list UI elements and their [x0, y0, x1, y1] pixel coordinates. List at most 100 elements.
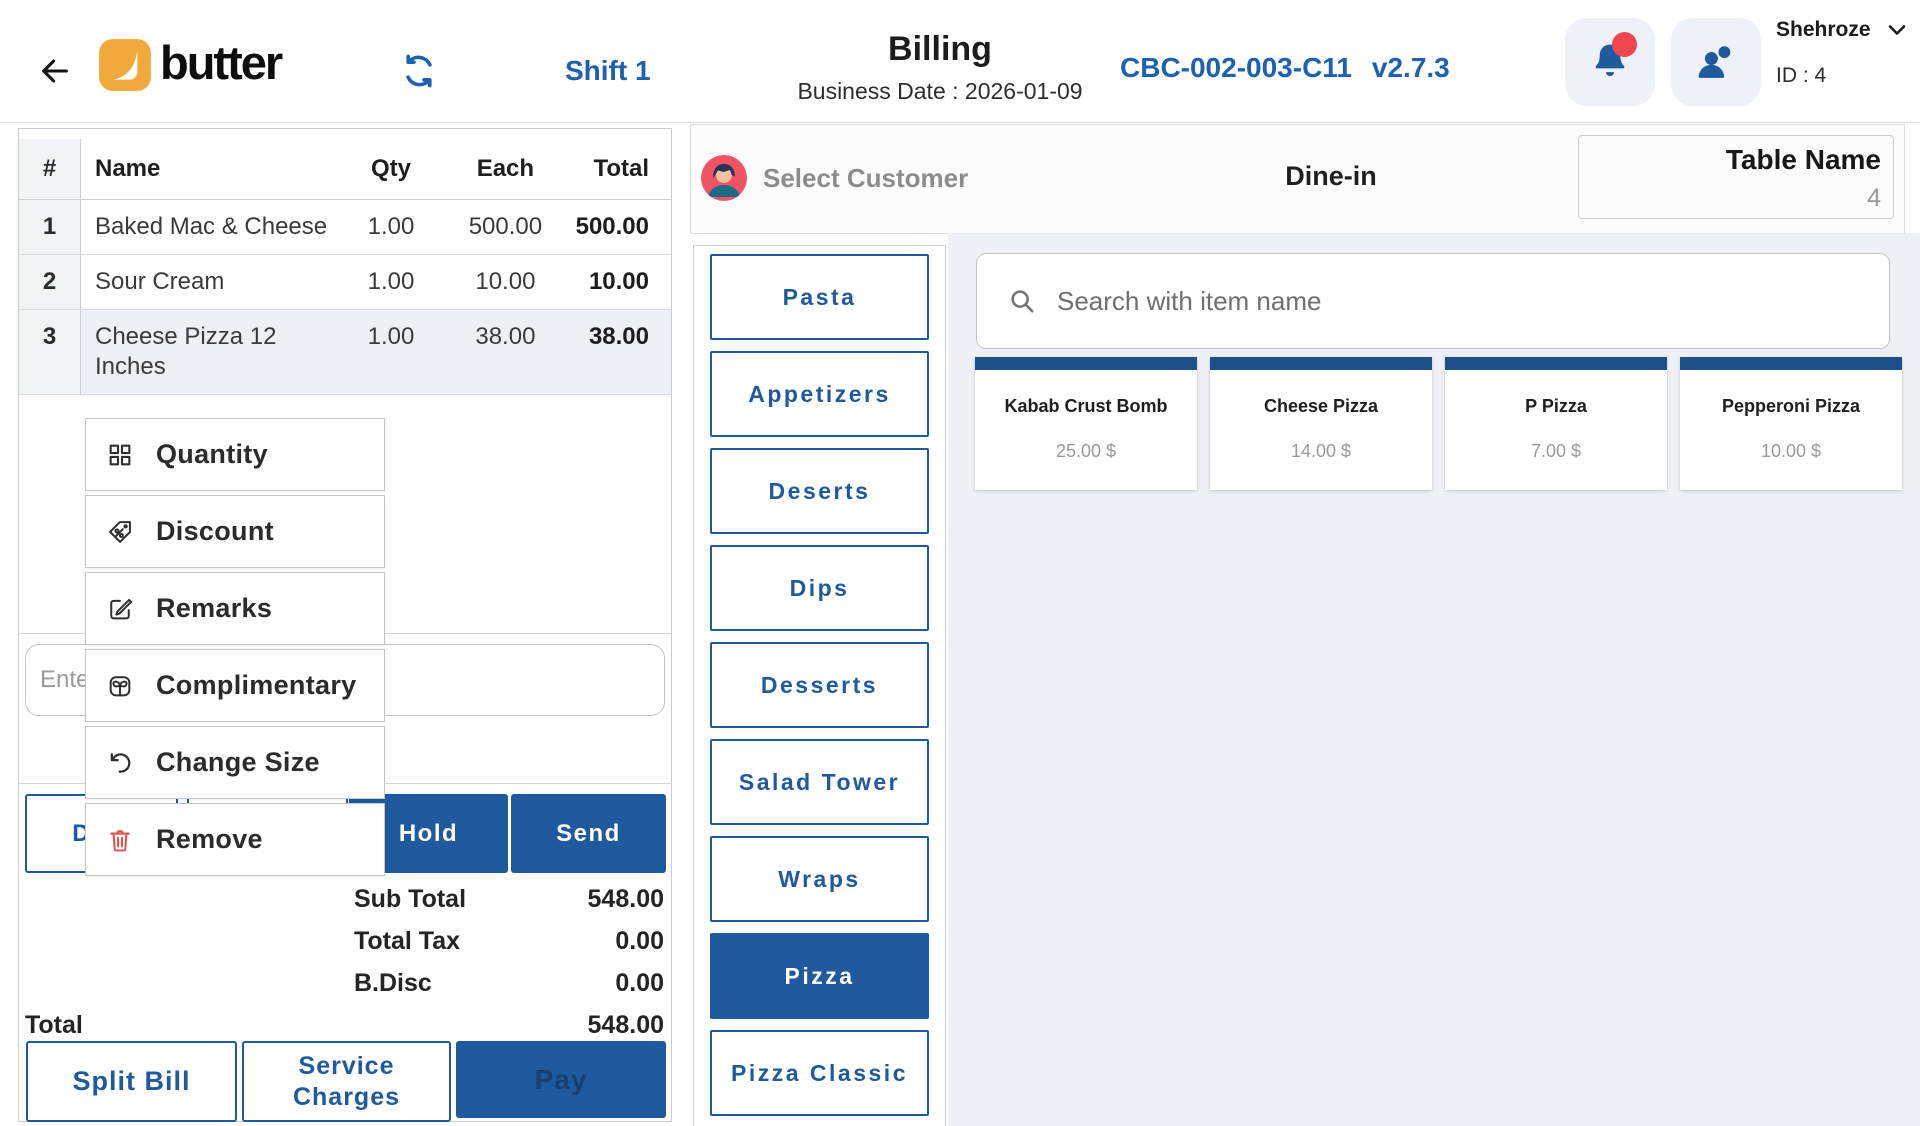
rotate-icon — [106, 749, 134, 777]
total-row-sub-total: Sub Total 548.00 — [19, 879, 671, 921]
row-number: 3 — [19, 310, 80, 395]
item-search-input[interactable] — [1055, 285, 1859, 318]
order-row-3[interactable]: 3Cheese Pizza 12 Inches1.0038.0038.00 — [19, 310, 671, 395]
pay-button[interactable]: Pay — [456, 1041, 666, 1118]
user-id: ID : 4 — [1776, 64, 1909, 88]
gift-icon — [106, 672, 134, 700]
category-pizza[interactable]: Pizza — [710, 933, 929, 1019]
card-top-bar — [1445, 357, 1667, 370]
menu-item-quantity[interactable]: Quantity — [85, 418, 385, 491]
column-header-name: Name — [80, 139, 340, 200]
terminal-code: CBC-002-003-C11v2.7.3 — [1120, 52, 1450, 84]
order-table-header: #NameQtyEachTotal — [19, 139, 671, 200]
category-pasta[interactable]: Pasta — [710, 254, 929, 340]
table-name-value: 4 — [1579, 184, 1881, 213]
menu-item-complimentary[interactable]: Complimentary — [85, 649, 385, 722]
item-search — [976, 253, 1890, 349]
logo-wordmark: butter — [160, 35, 281, 90]
trash-icon — [106, 826, 134, 854]
total-label: Sub Total — [354, 885, 466, 914]
menu-item-label: Remove — [156, 824, 263, 855]
total-row-total: Total548.00 — [19, 1005, 671, 1041]
category-list: Pasta Appetizers Deserts Dips Desserts Salad … — [693, 245, 946, 1126]
order-row-1[interactable]: 1Baked Mac & Cheese1.00500.00500.00 — [19, 200, 671, 255]
item-total: 500.00 — [570, 200, 671, 255]
category-desserts[interactable]: Desserts — [710, 642, 929, 728]
footer-actions: Split Bill Service Charges Pay — [19, 1041, 671, 1118]
item-name: Cheese Pizza 12 Inches — [80, 310, 340, 395]
order-type-label[interactable]: Dine-in — [1251, 161, 1411, 192]
row-number: 2 — [19, 255, 80, 310]
category-pizza-classic[interactable]: Pizza Classic — [710, 1030, 929, 1116]
discount-tag-icon — [106, 518, 134, 546]
business-date: Business Date : 2026-01-09 — [700, 78, 1180, 105]
item-card-price: 7.00 $ — [1445, 441, 1667, 462]
customer-avatar-icon[interactable] — [701, 155, 747, 201]
category-salad-tower[interactable]: Salad Tower — [710, 739, 929, 825]
service-charges-button[interactable]: Service Charges — [242, 1041, 451, 1122]
user-menu[interactable]: Shehroze ID : 4 — [1776, 18, 1909, 88]
item-card-cheese-pizza[interactable]: Cheese Pizza14.00 $ — [1210, 357, 1432, 490]
total-label: B.Disc — [354, 969, 432, 998]
card-top-bar — [1680, 357, 1902, 370]
column-header-qty: Qty — [341, 139, 441, 200]
menu-item-label: Complimentary — [156, 670, 356, 701]
item-card-price: 25.00 $ — [975, 441, 1197, 462]
select-customer-button[interactable]: Select Customer — [763, 163, 968, 194]
item-card-price: 14.00 $ — [1210, 441, 1432, 462]
category-dips[interactable]: Dips — [710, 545, 929, 631]
item-each: 38.00 — [441, 310, 569, 395]
butter-logo-icon — [98, 38, 152, 92]
page-title: Billing — [700, 30, 1180, 69]
shift-label[interactable]: Shift 1 — [565, 55, 651, 87]
category-deserts[interactable]: Deserts — [710, 448, 929, 534]
item-cards: Kabab Crust Bomb 25.00 $ Cheese Pizza14.00… — [975, 357, 1902, 490]
menu-item-remarks[interactable]: Remarks — [85, 572, 385, 645]
item-card-pepperoni-pizza[interactable]: Pepperoni Pizza10.00 $ — [1680, 357, 1902, 490]
notifications-button[interactable] — [1565, 18, 1655, 106]
top-bar: butter Shift 1 Billing Business Date : 2… — [0, 0, 1920, 123]
item-card-name: Kabab Crust Bomb — [975, 396, 1197, 417]
butter-logo: butter — [98, 38, 281, 92]
order-row-2[interactable]: 2Sour Cream1.0010.0010.00 — [19, 255, 671, 310]
menu-item-change-size[interactable]: Change Size — [85, 726, 385, 799]
search-icon — [1007, 286, 1037, 316]
total-row-b-disc: B.Disc0.00 — [19, 963, 671, 1005]
item-card-name: Pepperoni Pizza — [1680, 396, 1902, 417]
back-arrow-icon[interactable] — [38, 54, 72, 88]
item-name: Baked Mac & Cheese — [80, 200, 340, 255]
column-header-total: Total — [570, 139, 671, 200]
edit-icon — [106, 595, 134, 623]
item-each: 500.00 — [441, 200, 569, 255]
category-appetizers[interactable]: Appetizers — [710, 351, 929, 437]
total-value: 548.00 — [588, 885, 664, 914]
total-label: Total Tax — [354, 927, 460, 956]
customers-button[interactable] — [1671, 18, 1761, 106]
category-wraps[interactable]: Wraps — [710, 836, 929, 922]
order-table: #NameQtyEachTotal 1Baked Mac & Cheese1.0… — [19, 139, 671, 395]
table-name-label: Table Name — [1579, 144, 1881, 176]
grid-icon — [106, 441, 134, 469]
item-qty: 1.00 — [341, 255, 441, 310]
card-top-bar — [1210, 357, 1432, 370]
menu-panel: Select Customer Dine-in Table Name 4 Pas… — [678, 122, 1920, 1126]
table-name-box[interactable]: Table Name 4 — [1578, 135, 1894, 219]
send-button[interactable]: Send — [511, 794, 666, 873]
item-card-kabab-crust-bomb[interactable]: Kabab Crust Bomb 25.00 $ — [975, 357, 1197, 490]
item-card-p-pizza[interactable]: P Pizza7.00 $ — [1445, 357, 1667, 490]
sync-icon[interactable] — [400, 52, 438, 90]
row-number: 1 — [19, 200, 80, 255]
card-top-bar — [975, 357, 1197, 370]
menu-item-label: Quantity — [156, 439, 268, 470]
chevron-down-icon — [1885, 18, 1909, 42]
item-total: 10.00 — [570, 255, 671, 310]
customer-bar: Select Customer Dine-in Table Name 4 — [690, 124, 1905, 234]
split-bill-button[interactable]: Split Bill — [26, 1041, 237, 1122]
app-version: v2.7.3 — [1372, 52, 1450, 83]
totals-block: Sub Total548.00Total Tax0.00B.Disc0.00To… — [19, 879, 671, 1041]
item-name: Sour Cream — [80, 255, 340, 310]
menu-item-remove[interactable]: Remove — [85, 803, 385, 876]
menu-item-discount[interactable]: Discount — [85, 495, 385, 568]
item-total: 38.00 — [570, 310, 671, 395]
menu-item-label: Remarks — [156, 593, 272, 624]
